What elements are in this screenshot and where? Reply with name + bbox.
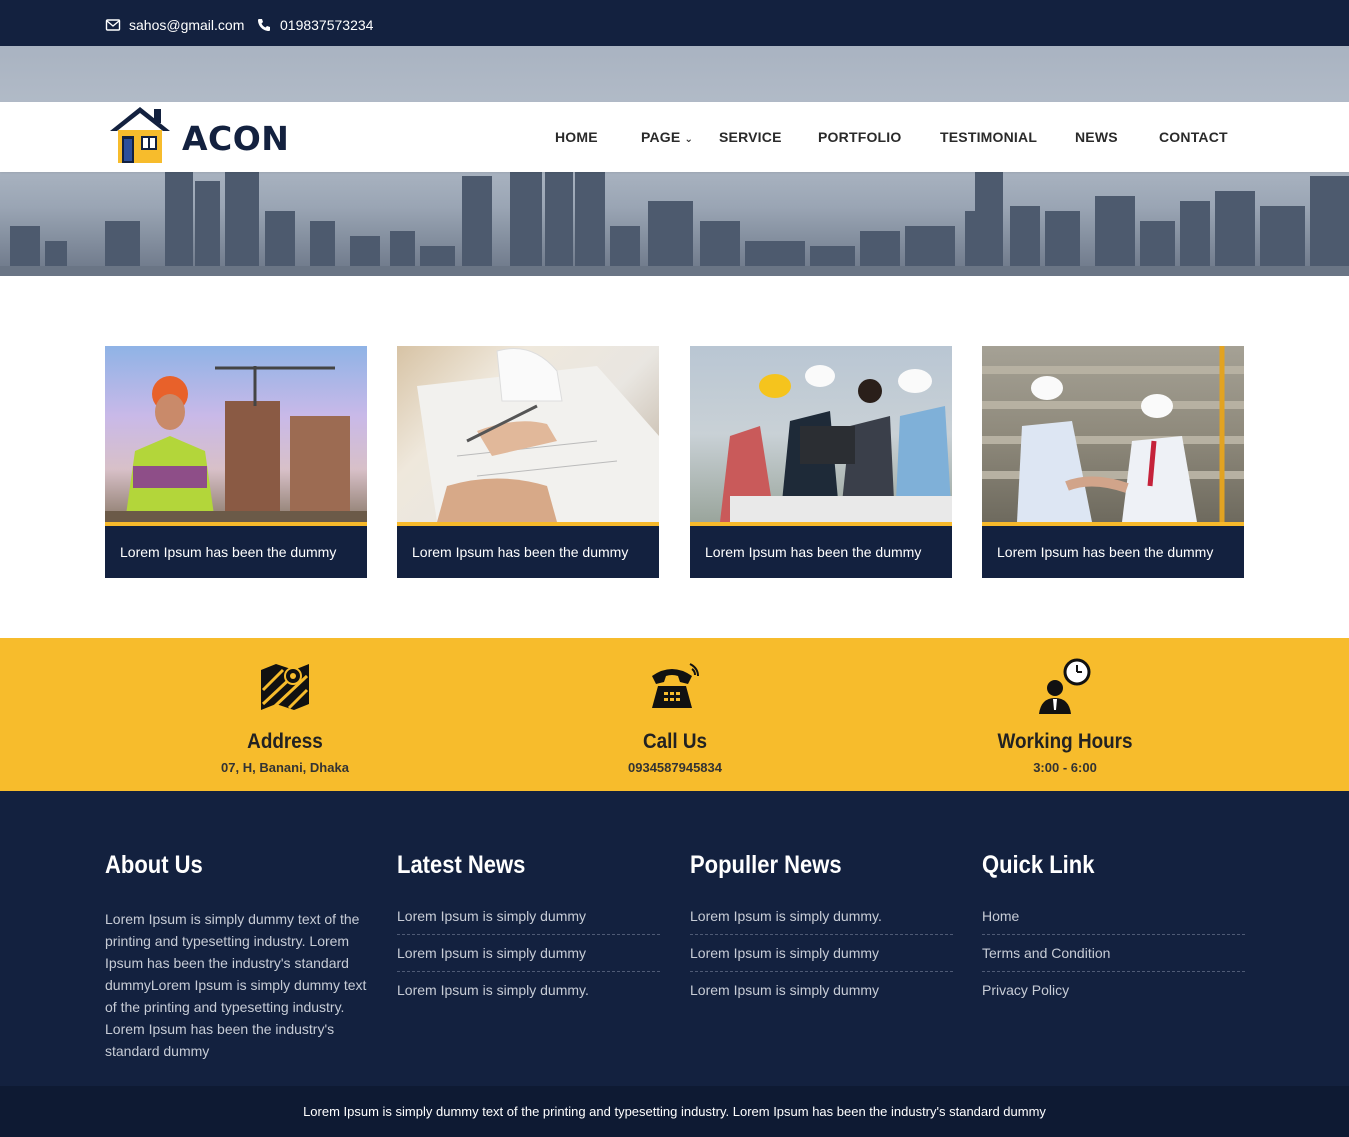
footer-latest-title: Latest News bbox=[397, 851, 526, 879]
house-icon bbox=[110, 107, 170, 163]
nav-home[interactable]: HOME bbox=[555, 129, 598, 145]
footer-about: About Us Lorem Ipsum is simply dummy tex… bbox=[105, 851, 368, 1062]
card-caption: Lorem Ipsum has been the dummy bbox=[105, 526, 367, 578]
call-box: Call Us 0934587945834 bbox=[525, 656, 825, 775]
footer-about-text: Lorem Ipsum is simply dummy text of the … bbox=[105, 911, 367, 1059]
footer-latest-news: Latest News Lorem Ipsum is simply dummy … bbox=[397, 851, 660, 1018]
quick-link-terms[interactable]: Terms and Condition bbox=[982, 945, 1245, 972]
footer-quick-title: Quick Link bbox=[982, 851, 1095, 879]
nav-page[interactable]: PAGE ⌄ bbox=[641, 129, 693, 145]
main-navbar: ACON HOME PAGE ⌄ SERVICE PORTFOLIO TESTIM… bbox=[0, 102, 1349, 172]
nav-news[interactable]: NEWS bbox=[1075, 129, 1118, 145]
brand-logo[interactable]: ACON bbox=[108, 105, 289, 165]
handshake-construction-image bbox=[982, 346, 1244, 522]
popular-news-link[interactable]: Lorem Ipsum is simply dummy bbox=[690, 945, 953, 972]
address-box: Address 07, H, Banani, Dhaka bbox=[135, 656, 435, 775]
card-caption: Lorem Ipsum has been the dummy bbox=[982, 526, 1244, 578]
phone-icon bbox=[258, 19, 270, 31]
hours-box: Working Hours 3:00 - 6:00 bbox=[915, 656, 1215, 775]
service-card[interactable]: Lorem Ipsum has been the dummy bbox=[397, 346, 659, 578]
hours-value: 3:00 - 6:00 bbox=[1033, 760, 1097, 775]
envelope-icon bbox=[105, 19, 121, 31]
top-email[interactable]: sahos@gmail.com bbox=[105, 17, 244, 33]
quick-link-privacy[interactable]: Privacy Policy bbox=[982, 982, 1245, 1008]
city-skyline-image bbox=[0, 166, 1349, 276]
top-bar: sahos@gmail.com 019837573234 bbox=[0, 0, 1349, 46]
quick-link-home[interactable]: Home bbox=[982, 908, 1245, 935]
chevron-down-icon: ⌄ bbox=[684, 134, 694, 145]
telephone-icon bbox=[652, 663, 699, 708]
service-card[interactable]: Lorem Ipsum has been the dummy bbox=[982, 346, 1244, 578]
latest-news-link[interactable]: Lorem Ipsum is simply dummy bbox=[397, 908, 660, 935]
latest-news-link[interactable]: Lorem Ipsum is simply dummy. bbox=[397, 982, 660, 1008]
popular-news-link[interactable]: Lorem Ipsum is simply dummy bbox=[690, 982, 953, 1008]
card-caption: Lorem Ipsum has been the dummy bbox=[397, 526, 659, 578]
contact-info-strip: Address 07, H, Banani, Dhaka Call Us 093… bbox=[0, 638, 1349, 791]
address-title: Address bbox=[247, 730, 323, 753]
nav-testimonial[interactable]: TESTIMONIAL bbox=[940, 129, 1037, 145]
top-phone-text: 019837573234 bbox=[280, 17, 374, 33]
top-email-text: sahos@gmail.com bbox=[129, 17, 245, 33]
service-card[interactable]: Lorem Ipsum has been the dummy bbox=[690, 346, 952, 578]
call-title: Call Us bbox=[642, 730, 708, 753]
footer-popular-title: Populler News bbox=[690, 851, 842, 879]
call-value: 0934587945834 bbox=[628, 760, 722, 775]
worker-crane-image bbox=[105, 346, 367, 522]
footer: About Us Lorem Ipsum is simply dummy tex… bbox=[0, 791, 1349, 1086]
nav-contact[interactable]: CONTACT bbox=[1159, 129, 1228, 145]
map-icon bbox=[261, 664, 309, 710]
address-value: 07, H, Banani, Dhaka bbox=[221, 760, 349, 775]
service-card[interactable]: Lorem Ipsum has been the dummy bbox=[105, 346, 367, 578]
top-phone[interactable]: 019837573234 bbox=[256, 17, 373, 33]
brand-name: ACON bbox=[182, 118, 290, 158]
latest-news-link[interactable]: Lorem Ipsum is simply dummy bbox=[397, 945, 660, 972]
popular-news-link[interactable]: Lorem Ipsum is simply dummy. bbox=[690, 908, 953, 935]
nav-service[interactable]: SERVICE bbox=[719, 129, 782, 145]
footer-popular-news: Populler News Lorem Ipsum is simply dumm… bbox=[690, 851, 953, 1018]
engineers-team-image bbox=[690, 346, 952, 522]
footer-quick-links: Quick Link Home Terms and Condition Priv… bbox=[982, 851, 1245, 1018]
card-caption: Lorem Ipsum has been the dummy bbox=[690, 526, 952, 578]
footer-about-title: About Us bbox=[105, 851, 203, 879]
hours-title: Working Hours bbox=[997, 730, 1133, 753]
clock-person-icon bbox=[1039, 658, 1091, 714]
nav-page-label: PAGE bbox=[641, 129, 681, 145]
copyright-bar: Lorem Ipsum is simply dummy text of the … bbox=[0, 1086, 1349, 1137]
nav-portfolio[interactable]: PORTFOLIO bbox=[818, 129, 901, 145]
blueprint-drawing-image bbox=[397, 346, 659, 522]
